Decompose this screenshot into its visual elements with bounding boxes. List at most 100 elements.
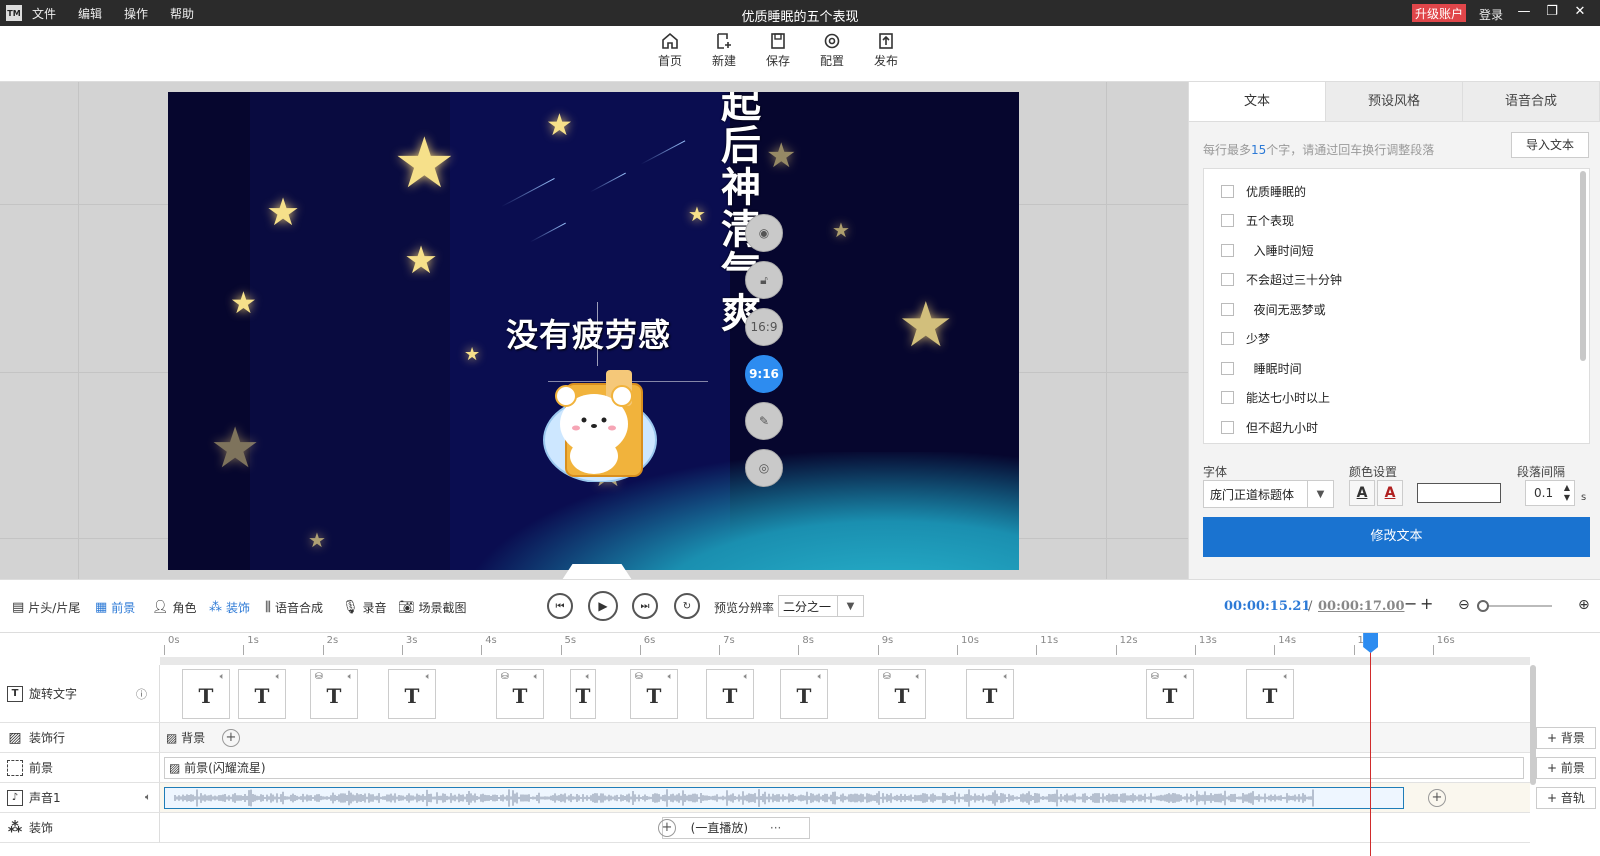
menu-help[interactable]: 帮助 (170, 5, 194, 22)
line-checkbox[interactable] (1221, 331, 1234, 345)
audio-track[interactable]: + (160, 783, 1530, 813)
text-lines-list[interactable]: 优质睡眠的 五个表现 入睡时间短 不会超过三十分钟 夜间无恶梦或 少梦 睡眠时间… (1203, 168, 1590, 444)
speaker-icon[interactable]: 🔈︎ (145, 792, 151, 803)
foreground-clip[interactable]: ▨ 前景(闪耀流星) (164, 757, 1524, 779)
import-text-button[interactable]: 导入文本 (1511, 132, 1589, 158)
list-item[interactable]: 五个表现 (1204, 205, 1584, 235)
tab-preset-style[interactable]: 预设风格 (1326, 82, 1463, 121)
text-clip[interactable]: T 🔈︎ ⛁ (630, 669, 678, 719)
text-clip[interactable]: T 🔈︎ (182, 669, 230, 719)
font-select[interactable]: 庞门正道标题体 ▼ (1203, 480, 1334, 508)
config-button[interactable]: 配置 (809, 32, 855, 69)
audio-waveform-clip[interactable] (164, 787, 1404, 809)
voice-icon[interactable]: ⛁ (315, 672, 323, 682)
tts-button[interactable]: ⫼ 语音合成 (265, 599, 323, 616)
color-swatch[interactable] (1417, 483, 1501, 503)
zoom-in-icon[interactable]: ⊕ (1578, 597, 1590, 613)
text-clip[interactable]: T 🔈︎ (706, 669, 754, 719)
stepper-arrows-icon[interactable]: ▲ ▼ (1560, 483, 1574, 503)
speaker-icon[interactable]: 🔈︎ (426, 672, 431, 682)
speaker-icon[interactable]: 🔈︎ (276, 672, 281, 682)
line-checkbox[interactable] (1221, 361, 1234, 375)
new-button[interactable]: 新建 (701, 32, 747, 69)
skip-forward-icon[interactable]: ⏭︎ (632, 593, 658, 619)
record-button[interactable]: 🎙︎ 录音 (342, 599, 387, 616)
more-icon[interactable]: ··· (770, 821, 781, 835)
time-minus-button[interactable]: − (1404, 594, 1417, 613)
list-scrollbar[interactable] (1580, 171, 1586, 361)
help-icon[interactable]: ⓘ (136, 686, 147, 702)
settings-button[interactable]: ◎ (745, 449, 783, 487)
spacing-stepper[interactable]: 0.1 ▲ ▼ (1525, 480, 1575, 506)
bear-character[interactable] (540, 364, 660, 482)
text-clip[interactable]: T 🔈︎ (1246, 669, 1294, 719)
voice-icon[interactable]: ⛁ (883, 672, 891, 682)
voice-icon[interactable]: ⛁ (1151, 672, 1159, 682)
text-clip[interactable]: T 🔈︎ ⛁ (310, 669, 358, 719)
preview-resolution-select[interactable]: 二分之一 ▼ (778, 595, 864, 617)
line-checkbox[interactable] (1221, 302, 1234, 316)
add-decoration-icon[interactable]: + (658, 819, 676, 837)
head-tail-button[interactable]: ▤ 片头/片尾 (12, 599, 80, 616)
list-item[interactable]: 入睡时间短 (1204, 235, 1584, 265)
line-checkbox[interactable] (1221, 243, 1234, 257)
speaker-icon[interactable]: 🔈︎ (1184, 672, 1189, 682)
text-clip[interactable]: T 🔈︎ (966, 669, 1014, 719)
list-item[interactable]: 夜间无恶梦或 (1204, 294, 1584, 324)
ratio-9-16-button[interactable]: 9:16 (745, 355, 783, 393)
replay-icon[interactable]: ↻ (674, 593, 700, 619)
video-canvas[interactable]: ★ ★ ★ ★ ★ ★ ★ ★ ★ ★ ★ ★ ★ 起后神清气爽 没有疲劳感 (168, 92, 1019, 570)
line-checkbox[interactable] (1221, 213, 1234, 227)
decoration-button[interactable]: ⁂ 装饰 (209, 599, 250, 616)
modify-text-button[interactable]: 修改文本 (1203, 517, 1590, 557)
speaker-icon[interactable]: 🔈︎ (744, 672, 749, 682)
decoration-track[interactable]: (一直播放) ··· + (160, 813, 1530, 843)
zoom-slider[interactable] (1480, 605, 1552, 607)
upgrade-account-button[interactable]: 升级账户 (1412, 4, 1467, 22)
chevron-down-icon[interactable]: ▼ (837, 596, 863, 616)
text-clip[interactable]: T 🔈︎ (570, 669, 596, 719)
line-checkbox[interactable] (1221, 420, 1234, 434)
close-icon[interactable]: ✕ (1572, 4, 1588, 20)
add-audio-track-button[interactable]: + 音轨 (1536, 787, 1596, 809)
add-background-icon[interactable]: + (222, 729, 240, 747)
total-time[interactable]: 00:00:17.00 (1318, 599, 1405, 614)
tab-speech-synthesis[interactable]: 语音合成 (1463, 82, 1600, 121)
add-background-button[interactable]: + 背景 (1536, 727, 1596, 749)
line-checkbox[interactable] (1221, 390, 1234, 404)
text-clip[interactable]: T 🔈︎ (780, 669, 828, 719)
zoom-out-icon[interactable]: ⊖ (1458, 597, 1470, 613)
speaker-icon[interactable]: 🔈︎ (916, 672, 921, 682)
home-button[interactable]: 首页 (647, 32, 693, 69)
voice-icon[interactable]: ⛁ (635, 672, 643, 682)
speaker-icon[interactable]: 🔈︎ (1284, 672, 1289, 682)
play-icon[interactable]: ▶ (588, 591, 618, 621)
list-item[interactable]: 睡眠时间 (1204, 353, 1584, 383)
speaker-icon[interactable]: 🔈︎ (348, 672, 353, 682)
line-checkbox[interactable] (1221, 272, 1234, 286)
publish-button[interactable]: 发布 (863, 32, 909, 69)
stroke-color-button[interactable]: A (1377, 480, 1403, 506)
collapse-timeline-tab[interactable] (562, 564, 632, 580)
tab-text[interactable]: 文本 (1189, 82, 1326, 121)
chevron-down-icon[interactable]: ▼ (1307, 481, 1333, 507)
add-foreground-button[interactable]: + 前景 (1536, 757, 1596, 779)
list-item[interactable]: 不会超过三十分钟 (1204, 264, 1584, 294)
list-item[interactable]: 但不超九小时 (1204, 412, 1584, 442)
decoration-clip[interactable]: (一直播放) ··· (662, 817, 810, 839)
speaker-icon[interactable]: 🔈︎ (586, 672, 591, 682)
line-checkbox[interactable] (1221, 184, 1234, 198)
skip-back-icon[interactable]: ⏮︎ (547, 593, 573, 619)
zoom-slider-handle[interactable] (1477, 600, 1489, 612)
menu-file[interactable]: 文件 (32, 5, 56, 22)
time-plus-button[interactable]: + (1420, 594, 1433, 613)
text-clip[interactable]: T 🔈︎ (388, 669, 436, 719)
font-color-button[interactable]: A (1349, 480, 1375, 506)
add-audio-icon[interactable]: + (1428, 789, 1446, 807)
center-caption[interactable]: 没有疲劳感 (506, 310, 671, 356)
text-clip[interactable]: T 🔈︎ ⛁ (496, 669, 544, 719)
speaker-icon[interactable]: 🔈︎ (220, 672, 225, 682)
ratio-16-9-button[interactable]: 16:9 (745, 308, 783, 346)
foreground-button[interactable]: ▦ 前景 (95, 599, 135, 616)
list-item[interactable]: 少梦 (1204, 323, 1584, 353)
